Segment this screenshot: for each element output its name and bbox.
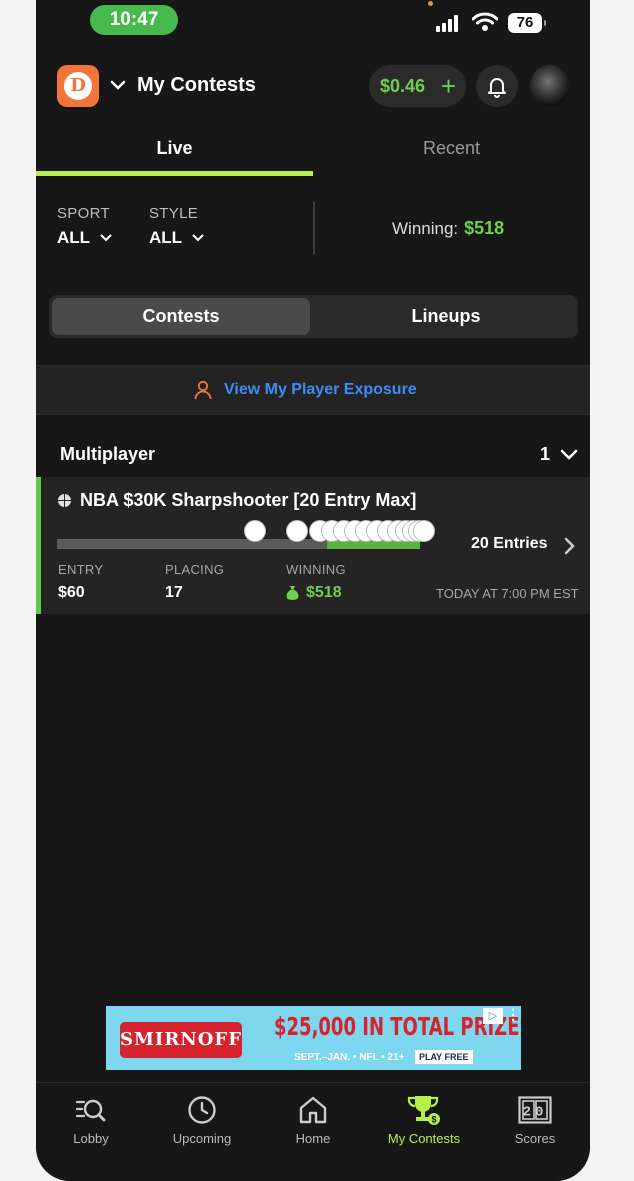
contest-winning-label: WINNING: [286, 562, 346, 577]
sport-filter[interactable]: SPORT ALL: [57, 205, 113, 248]
multiplayer-section-header[interactable]: Multiplayer 1: [36, 438, 590, 474]
balance-button[interactable]: $0.46 +: [369, 65, 466, 107]
nav-my-contests[interactable]: $ My Contests: [369, 1093, 479, 1146]
draftkings-logo[interactable]: D: [57, 65, 99, 107]
nav-scores[interactable]: 20 Scores: [480, 1093, 590, 1146]
bottom-nav: Lobby Upcoming Home $ My Contests 20 Sco…: [36, 1082, 590, 1181]
filter-divider: [313, 202, 315, 254]
svg-text:$: $: [431, 1115, 436, 1125]
basketball-icon: [58, 494, 71, 507]
wifi-icon: [472, 12, 498, 31]
trophy-icon: $: [407, 1096, 440, 1125]
placing-label: PLACING: [165, 562, 225, 577]
contests-toggle-button[interactable]: Contests: [52, 298, 310, 335]
nav-home[interactable]: Home: [258, 1093, 368, 1146]
entry-fee-stat: ENTRY $60: [58, 562, 103, 602]
status-bar: 10:47 76: [36, 0, 590, 40]
nav-label-scores: Scores: [514, 1131, 556, 1146]
contest-winning-value: $518: [306, 584, 342, 601]
adchoices-icon[interactable]: ▷: [483, 1008, 503, 1024]
style-filter-value: ALL: [149, 228, 183, 247]
active-tab-indicator: [36, 171, 313, 176]
money-bag-icon: [286, 586, 299, 600]
ad-brand-logo: SMIRNOFF: [120, 1022, 242, 1058]
entry-label: ENTRY: [58, 562, 104, 577]
contest-start-time: TODAY AT 7:00 PM EST: [436, 586, 579, 601]
nav-label-my-contests: My Contests: [387, 1131, 461, 1146]
view-player-exposure-link[interactable]: View My Player Exposure: [224, 381, 417, 399]
contest-tabs: Live Recent: [36, 127, 590, 177]
logo-glyph: D: [64, 72, 92, 100]
page-title: My Contests: [137, 74, 256, 96]
ad-cta-button[interactable]: PLAY FREE: [415, 1050, 473, 1064]
balance-amount: $0.46: [380, 76, 426, 96]
ad-menu-icon[interactable]: ⋮: [506, 1006, 520, 1023]
nav-label-upcoming: Upcoming: [172, 1131, 232, 1146]
contest-title-row: NBA $30K Sharpshooter [20 Entry Max]: [58, 490, 416, 511]
contest-card[interactable]: NBA $30K Sharpshooter [20 Entry Max] 20 …: [36, 477, 590, 614]
privacy-indicator-icon: [428, 1, 433, 6]
total-winning: Winning: $518: [392, 218, 504, 239]
add-funds-icon: +: [440, 71, 456, 101]
lineup-marker: [286, 520, 308, 542]
phone-screen: 10:47 76 D My Contests $0.46 + Live Rece…: [36, 0, 590, 1181]
placing-stat: PLACING 17: [165, 562, 224, 602]
cellular-signal-icon: [436, 14, 462, 32]
player-exposure-banner[interactable]: View My Player Exposure: [36, 365, 590, 415]
person-icon: [194, 380, 212, 400]
chevron-down-icon: [192, 234, 204, 242]
ad-banner[interactable]: SMIRNOFF $25,000 IN TOTAL PRIZES SEPT.–J…: [106, 1006, 521, 1070]
sport-filter-label: SPORT: [57, 205, 110, 222]
winning-label: Winning:: [392, 219, 459, 238]
section-count: 1: [540, 444, 551, 464]
nav-upcoming[interactable]: Upcoming: [147, 1093, 257, 1146]
lineups-toggle-button[interactable]: Lineups: [317, 298, 575, 335]
lineup-marker: [244, 520, 266, 542]
nav-label-home: Home: [295, 1131, 331, 1146]
lobby-search-icon: [75, 1099, 106, 1122]
chevron-down-icon[interactable]: [560, 448, 578, 462]
section-title: Multiplayer: [60, 444, 156, 464]
notifications-button[interactable]: [476, 65, 518, 107]
app-header: D My Contests $0.46 +: [36, 62, 590, 110]
nav-label-lobby: Lobby: [73, 1131, 109, 1146]
tab-live[interactable]: Live: [36, 127, 313, 169]
chevron-down-icon: [100, 234, 112, 242]
scoreboard-icon: 20: [518, 1096, 552, 1124]
entry-value: $60: [58, 584, 85, 601]
style-filter[interactable]: STYLE ALL: [149, 205, 205, 248]
entries-count[interactable]: 20 Entries: [471, 535, 547, 553]
bell-icon: [488, 78, 506, 98]
avatar[interactable]: [530, 65, 570, 107]
winning-amount: $518: [464, 218, 505, 238]
clock-icon: [188, 1096, 216, 1124]
style-filter-label: STYLE: [149, 205, 199, 222]
chevron-right-icon[interactable]: [563, 537, 575, 555]
winning-stat: WINNING $518: [286, 562, 346, 602]
battery-icon: 76: [508, 13, 546, 33]
svg-text:20: 20: [523, 1105, 548, 1121]
chevron-down-icon[interactable]: [109, 76, 127, 94]
tab-recent[interactable]: Recent: [313, 127, 590, 169]
contest-title: NBA $30K Sharpshooter [20 Entry Max]: [80, 490, 417, 510]
home-icon: [299, 1096, 327, 1124]
placing-value: 17: [165, 584, 183, 601]
nav-lobby[interactable]: Lobby: [36, 1093, 146, 1146]
status-time: 10:47: [90, 5, 178, 35]
lineup-marker: [413, 520, 435, 542]
ad-subtext: SEPT.–JAN. • NFL • 21+: [294, 1052, 405, 1063]
view-toggle: Contests Lineups: [49, 295, 578, 338]
sport-filter-value: ALL: [57, 228, 91, 247]
filter-bar: SPORT ALL STYLE ALL Winning: $518: [36, 200, 590, 260]
